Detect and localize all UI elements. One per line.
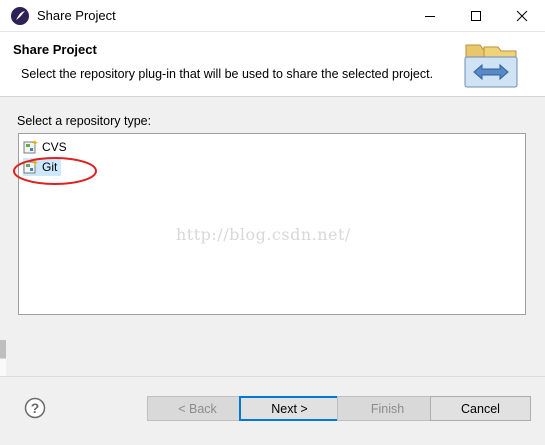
back-button[interactable]: < Back [147, 396, 248, 421]
finish-button[interactable]: Finish [337, 396, 438, 421]
background-window-fragment [0, 358, 6, 377]
wizard-header: Share Project Select the repository plug… [0, 32, 545, 97]
share-folders-icon [464, 44, 518, 88]
maximize-button[interactable] [453, 0, 499, 31]
maximize-icon [471, 10, 481, 21]
watermark-text: http://blog.csdn.net/ [176, 225, 351, 244]
repository-plugin-icon [23, 140, 38, 154]
minimize-icon [425, 15, 435, 17]
window-title: Share Project [37, 8, 116, 23]
minimize-button[interactable] [407, 0, 453, 31]
annotation-highlight-ellipse [13, 157, 97, 185]
page-title: Share Project [13, 42, 97, 57]
help-icon[interactable]: ? [24, 397, 46, 419]
page-description: Select the repository plug-in that will … [21, 67, 434, 81]
eclipse-app-icon [11, 7, 29, 25]
list-item-label: CVS [42, 140, 67, 154]
list-item-cvs[interactable]: CVS [23, 138, 71, 156]
repository-type-label: Select a repository type: [17, 114, 152, 128]
button-bar-separator [0, 376, 545, 377]
window-titlebar: Share Project [0, 0, 545, 32]
cancel-button[interactable]: Cancel [430, 396, 531, 421]
svg-text:?: ? [31, 400, 40, 416]
background-window-fragment [0, 340, 6, 358]
close-icon [516, 10, 528, 21]
next-button[interactable]: Next > [239, 396, 340, 421]
close-button[interactable] [499, 0, 545, 31]
